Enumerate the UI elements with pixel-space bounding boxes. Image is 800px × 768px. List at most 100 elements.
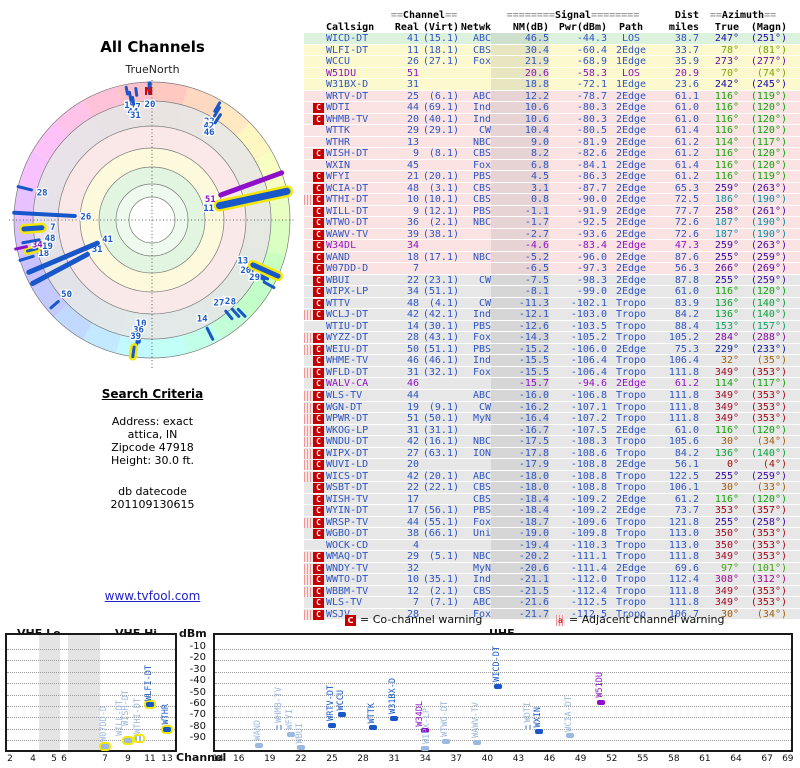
callsign-cell: WGBO-DT xyxy=(326,528,369,540)
x-tick-label: 69 xyxy=(782,754,794,764)
path-cell: Tropo xyxy=(615,389,647,401)
virtual-channel-cell: (38.1) xyxy=(422,228,459,240)
noise-margin-cell: 20.6 xyxy=(491,67,549,79)
table-row: WTTK 29 (29.1) CW 10.4 -80.5 2Edge 61.4 116° (120… xyxy=(304,125,800,137)
path-cell: 2Edge xyxy=(615,148,647,160)
table-row: C WRSP-TV 44 (55.1) Fox -18.7 -109.6 Tropo 121.8… xyxy=(304,516,800,529)
callsign-cell: WIPX-LP xyxy=(326,286,369,298)
signal-bar xyxy=(338,711,347,717)
real-channel-cell: 10 xyxy=(406,574,419,586)
magnetic-azimuth-cell: (353°) xyxy=(750,401,787,413)
noise-margin-cell: -20.6 xyxy=(491,562,549,574)
x-tick-label: 25 xyxy=(326,754,338,764)
true-azimuth-cell: 308° xyxy=(714,574,739,586)
noise-margin-cell: -17.8 xyxy=(491,447,549,459)
db-datecode-label: db datecode xyxy=(118,485,187,498)
virtual-channel-cell: (32.1) xyxy=(422,366,459,378)
power-cell: -109.2 xyxy=(570,505,607,517)
true-azimuth-cell: 349° xyxy=(714,413,739,425)
callsign-cell: WILL-DT xyxy=(326,205,369,217)
true-azimuth-cell: 70° xyxy=(720,67,739,79)
network-cell: CBS xyxy=(472,182,491,194)
network-cell: Ind xyxy=(472,113,491,125)
distance-cell: 105.2 xyxy=(668,332,699,344)
distance-cell: 111.8 xyxy=(668,551,699,563)
true-azimuth-cell: 114° xyxy=(714,136,739,148)
noise-margin-cell: -17.5 xyxy=(491,436,549,447)
co-channel-icon: C xyxy=(313,183,324,194)
signal-bar-label: WTHI-DT xyxy=(133,698,143,734)
real-channel-cell: 41 xyxy=(406,33,419,44)
distance-cell: 33.7 xyxy=(674,44,699,56)
noise-margin-cell: -21.1 xyxy=(491,574,549,585)
station-table: ==Channel== ========Signal======== Dist ==A… xyxy=(300,10,800,621)
signal-bar xyxy=(124,738,132,744)
adjacent-warning-flag xyxy=(304,551,313,563)
co-channel-icon: C xyxy=(313,598,324,609)
real-channel-cell: 32 xyxy=(406,562,419,574)
co-channel-warning-flag xyxy=(313,125,326,136)
column-header-cf xyxy=(313,22,326,34)
x-tick-label: 67 xyxy=(761,754,773,764)
distance-cell: 61.1 xyxy=(674,90,699,102)
network-cell xyxy=(459,425,491,436)
power-cell: -108.8 xyxy=(570,482,607,494)
signal-bar xyxy=(493,684,502,690)
noise-margin-cell: -19.4 xyxy=(491,539,549,551)
co-channel-warning-flag: C xyxy=(313,344,326,355)
virtual-channel-cell xyxy=(419,68,459,79)
distance-cell: 61.2 xyxy=(674,171,699,183)
magnetic-azimuth-cell: (259°) xyxy=(750,470,787,482)
table-row: C WSBT-DT 22 (22.1) CBS -18.0 -108.8 Tropo 106.1… xyxy=(304,482,800,494)
co-channel-warning-flag: C xyxy=(313,494,326,505)
callsign-cell: WUVI-LD xyxy=(326,459,369,471)
adjacent-channel-icon xyxy=(304,563,312,574)
column-header-virt: (Virt) xyxy=(422,21,459,33)
virtual-channel-cell: (4.1) xyxy=(428,297,459,309)
distance-cell: 61.2 xyxy=(674,493,699,505)
adjacent-channel-legend: a = Adjacent channel warning xyxy=(556,613,725,626)
co-channel-icon: C xyxy=(313,298,324,309)
x-tick-label: 64 xyxy=(730,754,742,764)
signal-bar xyxy=(597,699,606,705)
path-cell: 2Edge xyxy=(615,424,647,436)
table-row: C WNDY-TV 32 MyN -20.6 -111.4 2Edge 69.6 97° (101… xyxy=(304,562,800,575)
network-cell xyxy=(459,229,491,240)
path-cell: Tropo xyxy=(615,320,647,332)
x-tick-label: 49 xyxy=(574,754,587,764)
magnetic-azimuth-cell: (245°) xyxy=(750,79,787,91)
noise-margin-cell: -21.5 xyxy=(491,585,549,597)
power-cell: -107.2 xyxy=(570,413,607,425)
callsign-cell: WHMB-TV xyxy=(326,113,369,125)
adjacent-warning-flag xyxy=(304,240,313,251)
true-azimuth-cell: 350° xyxy=(714,539,739,551)
real-channel-cell: 48 xyxy=(406,182,419,194)
table-row: C W07DD-D 7 -6.5 -97.3 2Edge 56.3 266° (269°) xyxy=(304,263,800,275)
path-cell: Tropo xyxy=(615,597,647,609)
magnetic-azimuth-cell: (263°) xyxy=(750,240,787,252)
noise-margin-cell: -15.7 xyxy=(491,378,549,389)
table-row: C WTTV 48 (4.1) CW -11.3 -102.1 Tropo 83.9 136° (1… xyxy=(304,297,800,310)
table-row: C WIPX-DT 27 (63.1) ION -17.8 -108.6 Tropo 84.2 1… xyxy=(304,447,800,460)
noise-margin-cell: -11.3 xyxy=(491,297,549,309)
adjacent-warning-flag xyxy=(304,390,313,401)
power-cell: -97.3 xyxy=(576,263,607,275)
radar-channel-label: 50 xyxy=(61,290,72,300)
path-cell: 2Edge xyxy=(615,263,647,275)
power-cell: -106.4 xyxy=(570,355,607,367)
distance-cell: 77.7 xyxy=(674,205,699,217)
tvfool-link[interactable]: www.tvfool.com xyxy=(0,589,305,603)
adjacent-warning-flag xyxy=(304,160,313,171)
y-axis-label: dBm xyxy=(179,627,207,640)
virtual-channel-cell: (18.1) xyxy=(422,44,459,56)
signal-bar xyxy=(441,738,450,744)
magnetic-azimuth-cell: (117°) xyxy=(750,378,787,390)
noise-margin-cell: -16.4 xyxy=(491,413,549,424)
adjacent-warning-flag xyxy=(304,563,313,574)
x-tick-label: 58 xyxy=(668,754,680,764)
real-channel-cell: 11 xyxy=(406,44,419,56)
adjacent-warning-flag xyxy=(304,517,313,528)
co-channel-icon: C xyxy=(313,310,324,321)
power-cell: -87.7 xyxy=(576,182,607,194)
callsign-cell: WKOG-LP xyxy=(326,424,369,436)
